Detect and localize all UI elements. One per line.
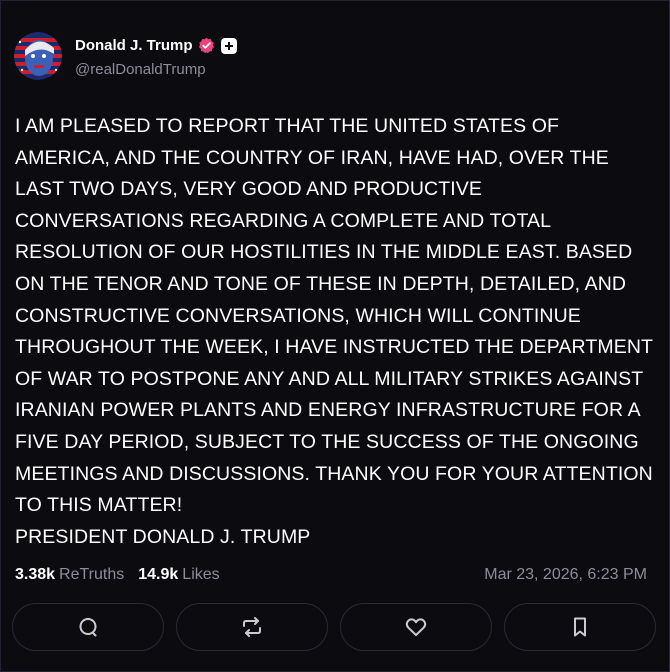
avatar[interactable]	[14, 32, 62, 80]
reply-button[interactable]	[12, 603, 164, 651]
heart-icon	[405, 618, 427, 636]
author-names: Donald J. Trump @realDonaldTrump	[75, 35, 237, 78]
post-card: Donald J. Trump @realDonaldTrump I AM PL…	[0, 0, 670, 672]
likes-label[interactable]: Likes	[182, 566, 219, 584]
avatar-image	[14, 32, 62, 80]
handle[interactable]: @realDonaldTrump	[75, 61, 237, 78]
like-button[interactable]	[340, 603, 492, 651]
action-bar	[12, 603, 656, 651]
plus-badge-icon	[220, 37, 237, 54]
post-timestamp[interactable]: Mar 23, 2026, 6:23 PM	[484, 566, 647, 584]
verified-badge-icon	[198, 37, 215, 54]
retruths-label[interactable]: ReTruths	[59, 566, 124, 584]
display-name[interactable]: Donald J. Trump	[75, 37, 193, 54]
post-stats: 3.38k ReTruths 14.9k Likes Mar 23, 2026,…	[15, 564, 647, 586]
retruth-icon	[243, 617, 261, 637]
post-header: Donald J. Trump @realDonaldTrump	[14, 32, 237, 80]
reply-icon	[79, 618, 97, 637]
likes-count[interactable]: 14.9k	[138, 566, 178, 584]
bookmark-icon	[574, 617, 586, 637]
post-text: I AM PLEASED TO REPORT THAT THE UNITED S…	[15, 115, 653, 548]
bookmark-button[interactable]	[504, 603, 656, 651]
name-row: Donald J. Trump	[75, 35, 237, 57]
retruth-button[interactable]	[176, 603, 328, 651]
retruths-count[interactable]: 3.38k	[15, 566, 55, 584]
